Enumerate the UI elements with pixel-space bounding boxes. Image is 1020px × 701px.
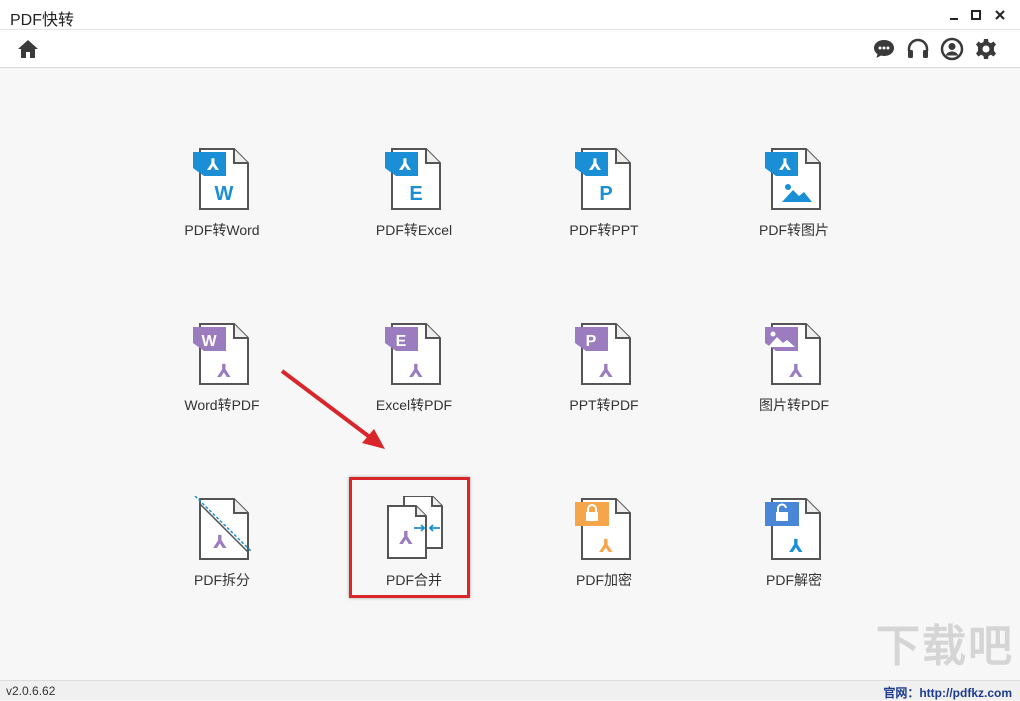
pdf-split-icon: ⅄ bbox=[194, 496, 253, 560]
maximize-icon bbox=[971, 10, 981, 20]
tile-label: 图片转PDF bbox=[759, 397, 829, 413]
version-label: v2.0.6.62 bbox=[6, 684, 56, 698]
svg-text:P: P bbox=[599, 183, 612, 205]
minimize-button[interactable] bbox=[944, 5, 964, 25]
tile-pdf-to-image[interactable]: ⅄ PDF转图片 bbox=[719, 146, 869, 256]
home-icon bbox=[18, 40, 38, 58]
pdf-decrypt-icon: ⅄ bbox=[765, 498, 821, 560]
maximize-button[interactable] bbox=[966, 5, 986, 25]
user-icon bbox=[940, 37, 964, 61]
svg-text:W: W bbox=[201, 333, 217, 350]
svg-text:⅄: ⅄ bbox=[213, 532, 227, 553]
tile-pdf-to-word[interactable]: ⅄ W PDF转Word bbox=[147, 146, 297, 256]
image-to-pdf-icon: ⅄ bbox=[765, 323, 821, 385]
tile-label: PDF转Excel bbox=[375, 222, 453, 238]
merge-highlight-box bbox=[349, 477, 470, 598]
title-bar: PDF快转 bbox=[0, 0, 1020, 30]
svg-text:P: P bbox=[586, 333, 597, 350]
red-arrow-annotation bbox=[280, 369, 385, 449]
chat-icon bbox=[874, 40, 894, 58]
tile-label: PDF转Word bbox=[184, 222, 260, 238]
pdf-to-ppt-icon: ⅄ P bbox=[575, 148, 631, 210]
gear-icon bbox=[976, 39, 996, 59]
tile-label: PDF转图片 bbox=[759, 222, 829, 238]
tile-ppt-to-pdf[interactable]: P ⅄ PPT转PDF bbox=[529, 321, 679, 431]
minimize-icon bbox=[950, 18, 958, 20]
tile-label: PDF拆分 bbox=[194, 572, 250, 588]
status-bar: v2.0.6.62 官网：http://pdfkz.com bbox=[0, 680, 1020, 700]
app-title: PDF快转 bbox=[10, 12, 75, 29]
tile-pdf-split[interactable]: ⅄ PDF拆分 bbox=[147, 496, 297, 606]
tile-label: PPT转PDF bbox=[569, 397, 639, 413]
settings-button[interactable] bbox=[974, 37, 998, 61]
ppt-to-pdf-icon: P ⅄ bbox=[575, 323, 631, 385]
tile-label: PDF解密 bbox=[766, 572, 822, 588]
pdf-encrypt-icon: ⅄ bbox=[575, 498, 631, 560]
headset-icon bbox=[907, 38, 929, 58]
svg-text:⅄: ⅄ bbox=[789, 361, 803, 382]
tile-pdf-decrypt[interactable]: ⅄ PDF解密 bbox=[719, 496, 869, 606]
pdf-to-excel-icon: ⅄ E bbox=[385, 148, 441, 210]
svg-text:⅄: ⅄ bbox=[778, 155, 791, 174]
tile-pdf-to-ppt[interactable]: ⅄ P PDF转PPT bbox=[529, 146, 679, 256]
tile-pdf-encrypt[interactable]: ⅄ PDF加密 bbox=[529, 496, 679, 606]
svg-text:⅄: ⅄ bbox=[599, 361, 613, 382]
chat-button[interactable] bbox=[872, 37, 896, 61]
tile-image-to-pdf[interactable]: ⅄ 图片转PDF bbox=[719, 321, 869, 431]
pdf-to-image-icon: ⅄ bbox=[765, 148, 821, 210]
support-button[interactable] bbox=[906, 37, 930, 61]
close-icon bbox=[995, 10, 1005, 20]
svg-text:E: E bbox=[409, 183, 422, 205]
main-panel: ⅄ W PDF转Word ⅄ E PDF转Excel ⅄ P PDF转PPT ⅄… bbox=[0, 68, 1020, 680]
watermark-logo: 下载吧 bbox=[876, 621, 1014, 672]
svg-text:⅄: ⅄ bbox=[599, 536, 613, 557]
svg-text:⅄: ⅄ bbox=[217, 361, 231, 382]
svg-text:⅄: ⅄ bbox=[409, 361, 423, 382]
tile-pdf-to-excel[interactable]: ⅄ E PDF转Excel bbox=[339, 146, 489, 256]
website-link[interactable]: 官网：http://pdfkz.com bbox=[883, 684, 1012, 701]
tile-label: PDF加密 bbox=[576, 572, 632, 588]
account-button[interactable] bbox=[940, 37, 964, 61]
word-to-pdf-icon: W ⅄ bbox=[193, 323, 249, 385]
svg-text:⅄: ⅄ bbox=[206, 155, 219, 174]
svg-text:⅄: ⅄ bbox=[398, 155, 411, 174]
toolbar bbox=[0, 30, 1020, 68]
close-button[interactable] bbox=[990, 5, 1010, 25]
tile-label: PDF转PPT bbox=[569, 222, 639, 238]
svg-text:⅄: ⅄ bbox=[588, 155, 601, 174]
svg-text:E: E bbox=[396, 333, 407, 350]
pdf-to-word-icon: ⅄ W bbox=[193, 148, 249, 210]
svg-text:⅄: ⅄ bbox=[789, 536, 803, 557]
svg-text:W: W bbox=[215, 183, 234, 205]
home-button[interactable] bbox=[16, 37, 40, 61]
